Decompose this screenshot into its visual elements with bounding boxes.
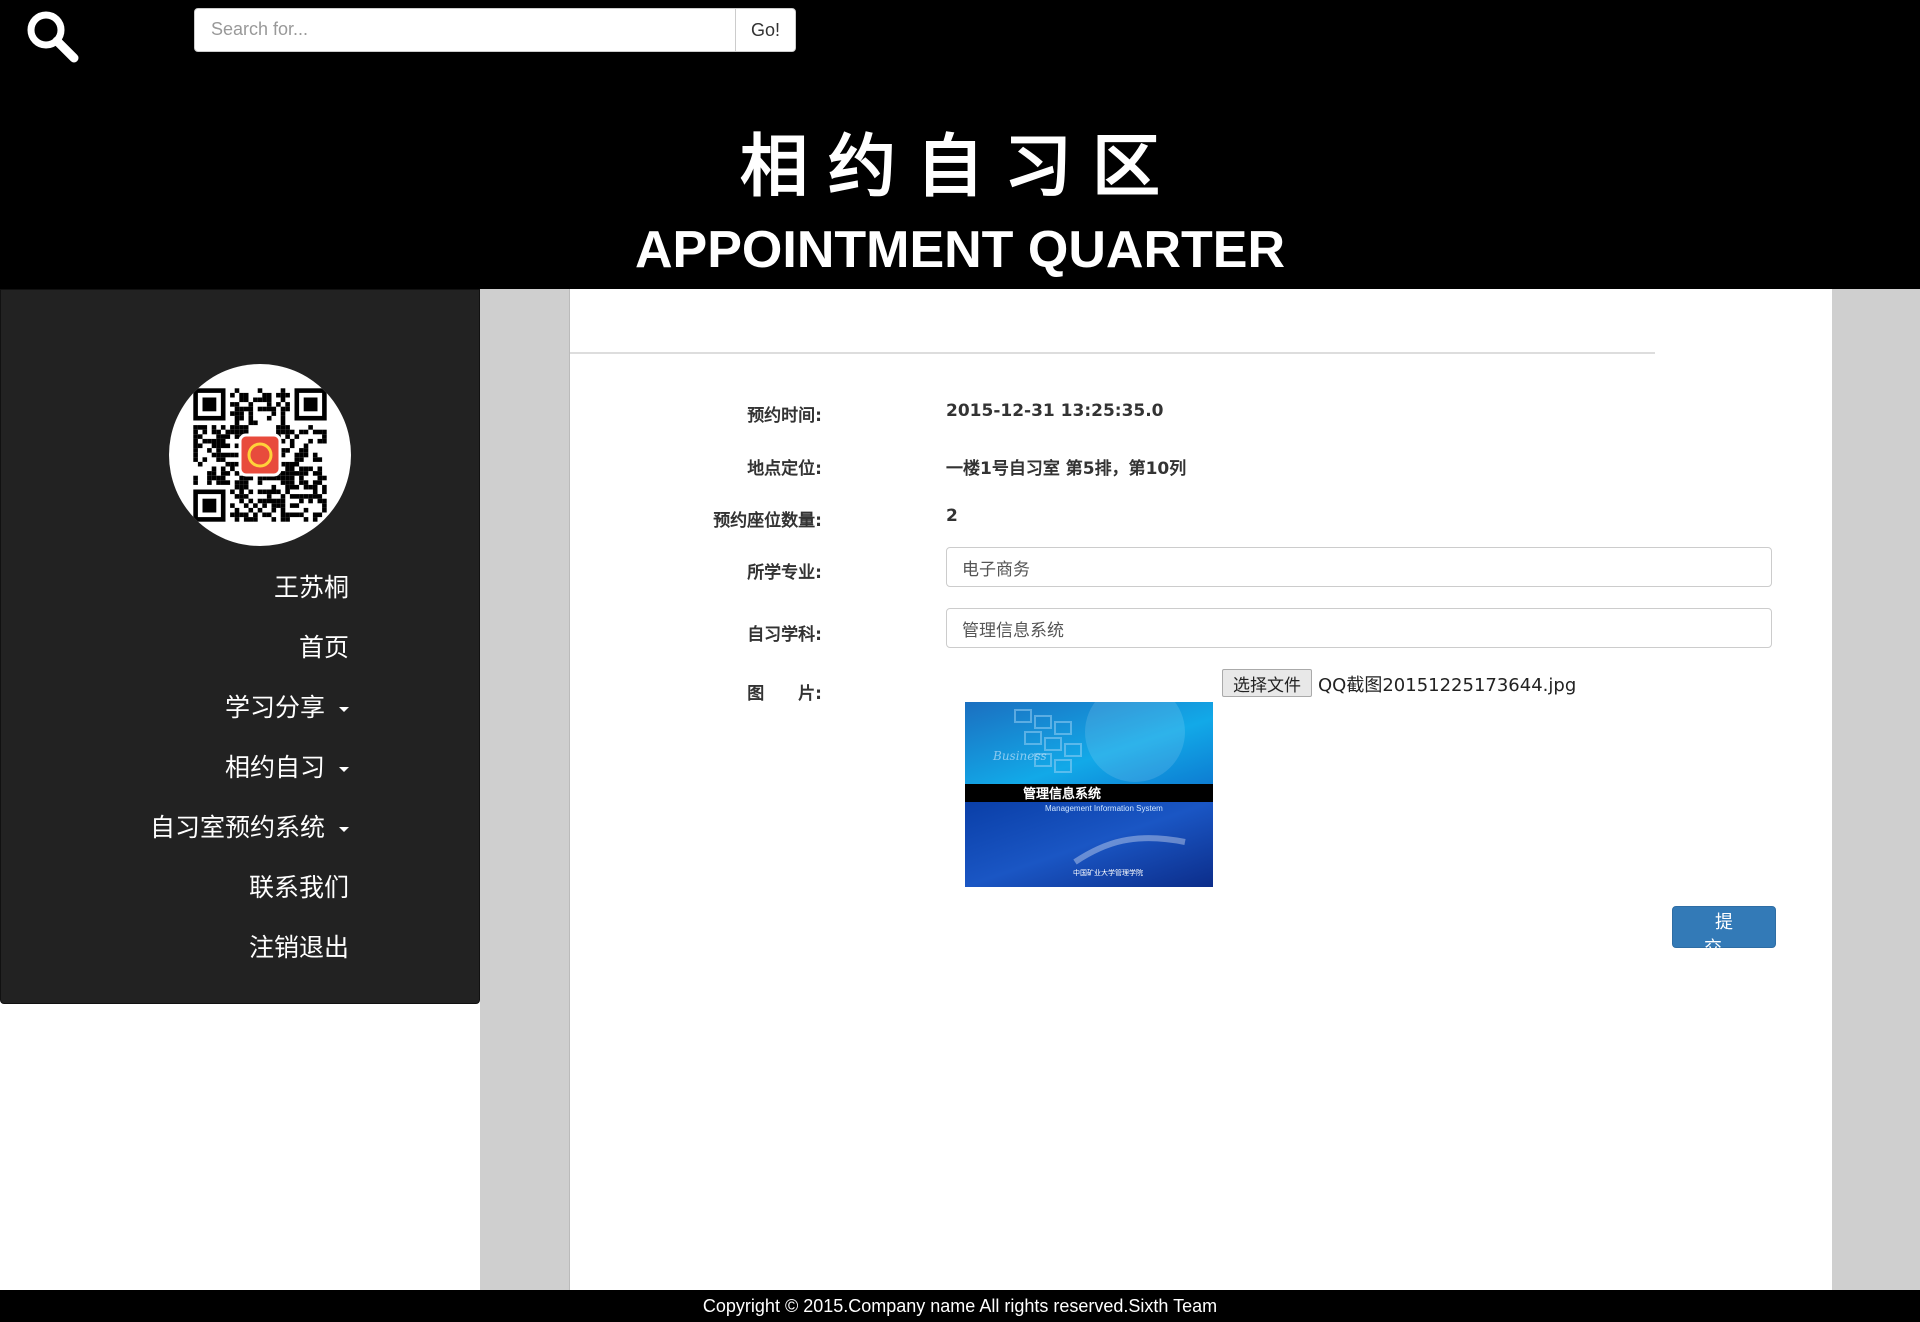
- sidebar-item-logout[interactable]: 注销退出: [150, 918, 349, 978]
- site-title-chinese: 相约自习区: [739, 128, 1180, 207]
- search-go-button[interactable]: Go!: [735, 9, 795, 51]
- divider: [570, 352, 1655, 354]
- sidebar-user-name[interactable]: 王苏桐: [150, 558, 349, 618]
- image-label: 图 片:: [747, 684, 822, 704]
- image-preview: Business 管理信息系统 Management Information S…: [965, 682, 1213, 887]
- subject-field[interactable]: [946, 608, 1772, 648]
- sidebar-item-reservation-system[interactable]: 自习室预约系统: [150, 798, 349, 858]
- sidebar-item-study-appointment[interactable]: 相约自习: [150, 738, 349, 798]
- chevron-down-icon: [339, 706, 349, 712]
- seats-value: 2: [946, 506, 958, 526]
- chevron-down-icon: [339, 766, 349, 772]
- major-label: 所学专业:: [747, 563, 822, 583]
- sidebar-item-home[interactable]: 首页: [150, 618, 349, 678]
- major-field[interactable]: [946, 547, 1772, 587]
- site-header: Go! 相约自习区 APPOINTMENT QUARTER: [0, 0, 1920, 289]
- sidebar-nav: 王苏桐 首页 学习分享 相约自习 自习室预约系统 联系我们 注销退出: [150, 558, 349, 978]
- location-label: 地点定位:: [747, 459, 822, 479]
- time-value: 2015-12-31 13:25:35.0: [946, 401, 1164, 421]
- sidebar-item-study-share[interactable]: 学习分享: [150, 678, 349, 738]
- preview-subtitle: Management Information System: [1045, 804, 1163, 813]
- search-bar: Go!: [194, 8, 796, 52]
- choose-file-button[interactable]: 选择文件: [1222, 669, 1312, 697]
- location-value: 一楼1号自习室 第5排，第10列: [946, 459, 1187, 479]
- avatar: [169, 364, 351, 546]
- time-label: 预约时间:: [747, 406, 822, 426]
- subject-label: 自习学科:: [747, 625, 822, 645]
- file-name: QQ截图20151225173644.jpg: [1318, 675, 1577, 696]
- qr-code-image: [193, 388, 327, 522]
- preview-footer: 中国矿业大学管理学院: [1073, 868, 1143, 877]
- sidebar-item-contact[interactable]: 联系我们: [150, 858, 349, 918]
- search-input[interactable]: [195, 9, 735, 49]
- chevron-down-icon: [339, 826, 349, 832]
- site-footer: Copyright © 2015.Company name All rights…: [0, 1290, 1920, 1322]
- search-icon[interactable]: [24, 8, 80, 64]
- site-title-english: APPOINTMENT QUARTER: [635, 221, 1285, 279]
- sidebar: 王苏桐 首页 学习分享 相约自习 自习室预约系统 联系我们 注销退出: [0, 289, 480, 1004]
- submit-button[interactable]: 提交: [1672, 906, 1776, 959]
- main-content: 预约时间: 2015-12-31 13:25:35.0 地点定位: 一楼1号自习…: [569, 289, 1832, 1291]
- preview-corner-text: Business: [992, 749, 1047, 763]
- preview-title: 管理信息系统: [1023, 786, 1101, 802]
- seats-label: 预约座位数量:: [713, 511, 822, 531]
